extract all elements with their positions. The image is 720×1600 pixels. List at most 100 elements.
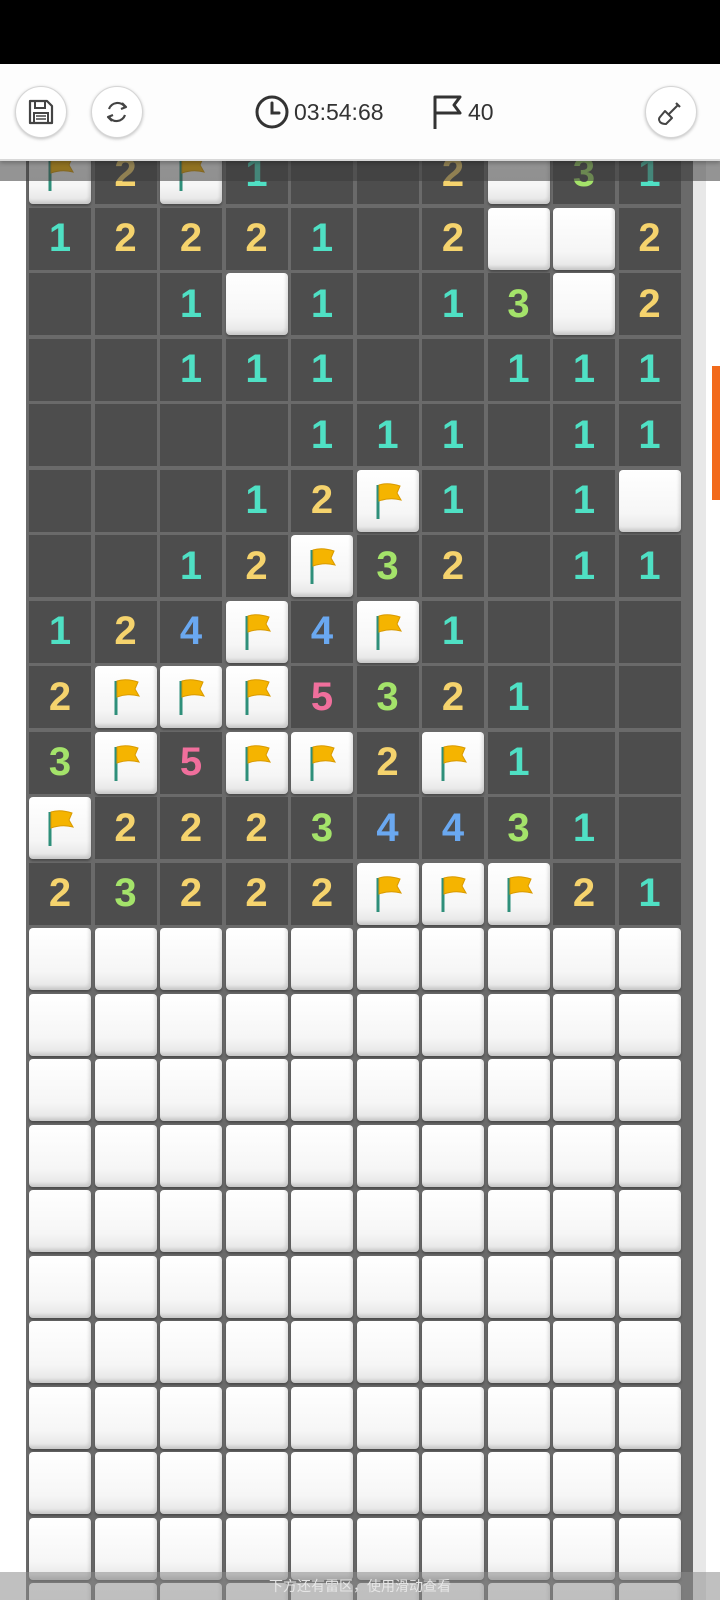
cell-number[interactable]: 1 [291, 273, 353, 335]
cell-number[interactable]: 2 [94, 207, 157, 270]
cell-unopened[interactable] [29, 1124, 91, 1187]
cell-empty[interactable] [487, 600, 550, 663]
cell-flagged[interactable] [29, 797, 91, 859]
cell-unopened[interactable] [618, 1124, 681, 1187]
cell-unopened[interactable] [225, 1452, 288, 1514]
cell-number[interactable]: 1 [422, 273, 484, 335]
cell-unopened[interactable] [487, 207, 550, 270]
cell-unopened[interactable] [94, 1255, 157, 1318]
cell-number[interactable]: 1 [160, 273, 222, 335]
cell-unopened[interactable] [356, 1255, 419, 1318]
cell-unopened[interactable] [225, 993, 288, 1056]
cell-unopened[interactable] [553, 273, 615, 335]
cell-unopened[interactable] [29, 1059, 91, 1121]
cell-empty[interactable] [29, 338, 91, 401]
cell-unopened[interactable] [422, 1386, 484, 1449]
cell-unopened[interactable] [487, 1517, 550, 1580]
cell-unopened[interactable] [618, 1059, 681, 1121]
cell-number[interactable]: 1 [225, 469, 288, 532]
cell-flagged[interactable] [356, 469, 419, 532]
cell-empty[interactable] [29, 404, 91, 466]
cell-unopened[interactable] [160, 1386, 222, 1449]
cell-unopened[interactable] [160, 1255, 222, 1318]
cell-unopened[interactable] [422, 1059, 484, 1121]
cell-unopened[interactable] [487, 1452, 550, 1514]
cell-unopened[interactable] [160, 1124, 222, 1187]
cell-number[interactable]: 1 [618, 535, 681, 597]
cell-number[interactable]: 1 [291, 338, 353, 401]
cell-empty[interactable] [29, 469, 91, 532]
cell-unopened[interactable] [160, 993, 222, 1056]
cell-flagged[interactable] [291, 535, 353, 597]
cell-unopened[interactable] [356, 1321, 419, 1383]
cell-unopened[interactable] [422, 1190, 484, 1252]
cell-unopened[interactable] [618, 993, 681, 1056]
cell-number[interactable]: 1 [487, 731, 550, 794]
cell-number[interactable]: 2 [29, 666, 91, 728]
cell-unopened[interactable] [94, 1517, 157, 1580]
cell-empty[interactable] [225, 404, 288, 466]
cell-unopened[interactable] [291, 1517, 353, 1580]
cell-unopened[interactable] [225, 1321, 288, 1383]
cell-empty[interactable] [487, 535, 550, 597]
cell-unopened[interactable] [422, 993, 484, 1056]
scroll-thumb[interactable] [712, 366, 720, 500]
cell-unopened[interactable] [29, 1321, 91, 1383]
cell-empty[interactable] [94, 404, 157, 466]
cell-number[interactable]: 1 [553, 338, 615, 401]
cell-unopened[interactable] [291, 1321, 353, 1383]
save-button[interactable] [15, 86, 67, 138]
cell-unopened[interactable] [225, 1059, 288, 1121]
cell-number[interactable]: 2 [291, 862, 353, 925]
cell-unopened[interactable] [618, 469, 681, 532]
cell-number[interactable]: 2 [225, 862, 288, 925]
cell-empty[interactable] [94, 469, 157, 532]
cell-unopened[interactable] [422, 1452, 484, 1514]
cell-unopened[interactable] [225, 1124, 288, 1187]
restart-button[interactable] [91, 86, 143, 138]
cell-unopened[interactable] [487, 1386, 550, 1449]
cell-number[interactable]: 2 [618, 273, 681, 335]
cell-number[interactable]: 4 [160, 600, 222, 663]
cell-unopened[interactable] [225, 928, 288, 990]
cell-flagged[interactable] [160, 666, 222, 728]
cell-unopened[interactable] [291, 993, 353, 1056]
cell-number[interactable]: 3 [487, 273, 550, 335]
cell-unopened[interactable] [487, 1255, 550, 1318]
cell-unopened[interactable] [356, 1452, 419, 1514]
cell-empty[interactable] [160, 404, 222, 466]
cell-number[interactable]: 3 [94, 862, 157, 925]
cell-empty[interactable] [29, 273, 91, 335]
cell-unopened[interactable] [291, 928, 353, 990]
cell-unopened[interactable] [487, 1059, 550, 1121]
cell-unopened[interactable] [356, 993, 419, 1056]
cell-number[interactable]: 2 [94, 797, 157, 859]
cell-unopened[interactable] [618, 1517, 681, 1580]
cell-unopened[interactable] [553, 993, 615, 1056]
cell-number[interactable]: 4 [291, 600, 353, 663]
cell-unopened[interactable] [422, 1517, 484, 1580]
cell-flagged[interactable] [94, 731, 157, 794]
cell-unopened[interactable] [225, 1386, 288, 1449]
cell-empty[interactable] [160, 469, 222, 532]
cell-unopened[interactable] [553, 1190, 615, 1252]
cell-number[interactable]: 2 [225, 207, 288, 270]
cell-unopened[interactable] [487, 1321, 550, 1383]
cell-number[interactable]: 1 [29, 207, 91, 270]
cell-number[interactable]: 2 [225, 535, 288, 597]
cell-unopened[interactable] [94, 1452, 157, 1514]
cell-number[interactable]: 1 [553, 797, 615, 859]
cell-empty[interactable] [618, 731, 681, 794]
cell-number[interactable]: 2 [422, 207, 484, 270]
cell-number[interactable]: 2 [160, 862, 222, 925]
cell-unopened[interactable] [618, 928, 681, 990]
cell-number[interactable]: 3 [29, 731, 91, 794]
cell-unopened[interactable] [356, 1517, 419, 1580]
cell-number[interactable]: 1 [553, 535, 615, 597]
cell-unopened[interactable] [422, 1124, 484, 1187]
cell-empty[interactable] [356, 273, 419, 335]
cell-unopened[interactable] [553, 1059, 615, 1121]
cell-unopened[interactable] [618, 1321, 681, 1383]
cell-number[interactable]: 3 [487, 797, 550, 859]
cell-number[interactable]: 2 [356, 731, 419, 794]
